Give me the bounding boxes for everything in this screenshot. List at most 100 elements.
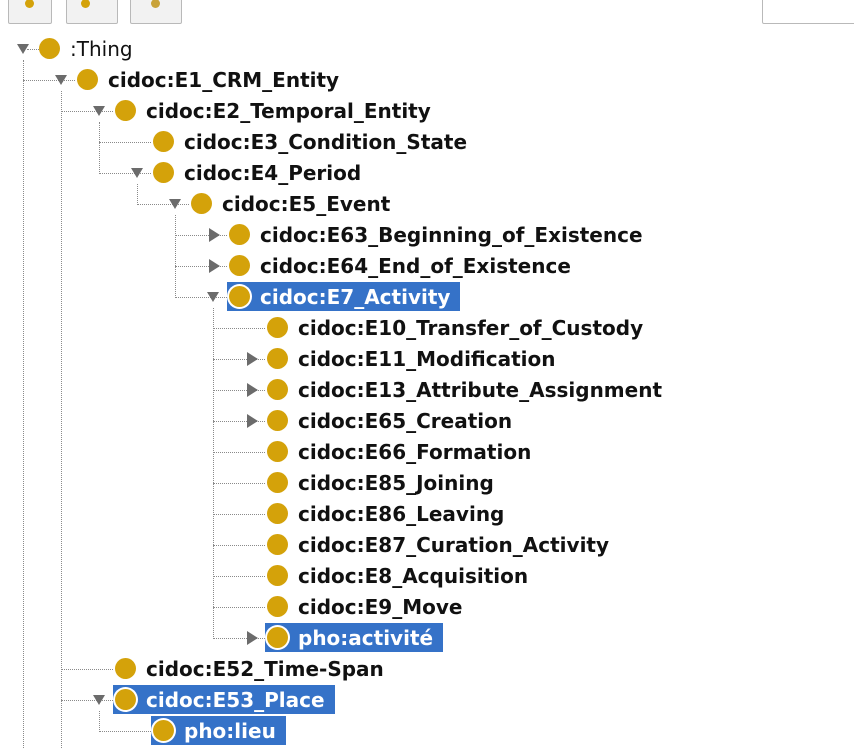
class-icon (267, 441, 288, 462)
class-sibling-icon (81, 0, 90, 8)
class-node[interactable]: pho:lieu (151, 716, 286, 745)
class-node[interactable]: cidoc:E13_Attribute_Assignment (265, 375, 672, 404)
class-icon (229, 224, 250, 245)
class-node[interactable]: cidoc:E2_Temporal_Entity (113, 96, 441, 125)
tree-connector (213, 452, 265, 453)
class-icon (267, 596, 288, 617)
class-icon (153, 162, 174, 183)
class-node[interactable]: cidoc:E11_Modification (265, 344, 566, 373)
tree-connector (213, 514, 265, 515)
tree-row: pho:activité (0, 623, 854, 654)
delete-class-button[interactable] (130, 0, 182, 24)
class-node[interactable]: cidoc:E52_Time-Span (113, 654, 394, 683)
tree-row: :Thing (0, 34, 854, 65)
class-icon (267, 565, 288, 586)
class-label: cidoc:E11_Modification (298, 347, 556, 371)
class-label: cidoc:E13_Attribute_Assignment (298, 378, 663, 402)
class-icon (267, 627, 288, 648)
collapse-toggle-icon[interactable] (93, 695, 105, 705)
class-label: cidoc:E87_Curation_Activity (298, 533, 610, 557)
class-icon (115, 100, 136, 121)
expand-toggle-icon[interactable] (209, 228, 220, 242)
class-node[interactable]: cidoc:E63_Beginning_of_Existence (227, 220, 653, 249)
tree-row: cidoc:E86_Leaving (0, 499, 854, 530)
class-label: cidoc:E4_Period (184, 161, 362, 185)
class-label: cidoc:E63_Beginning_of_Existence (260, 223, 643, 247)
class-node[interactable]: cidoc:E64_End_of_Existence (227, 251, 581, 280)
class-icon (267, 472, 288, 493)
class-label: cidoc:E66_Formation (298, 440, 532, 464)
class-node[interactable]: cidoc:E1_CRM_Entity (75, 65, 349, 94)
class-node[interactable]: cidoc:E4_Period (151, 158, 371, 187)
class-label: cidoc:E65_Creation (298, 409, 513, 433)
class-hierarchy-toolbar (0, 0, 854, 32)
class-icon (115, 658, 136, 679)
tree-connector (175, 297, 227, 298)
class-icon (267, 317, 288, 338)
expand-toggle-icon[interactable] (247, 631, 258, 645)
tree-connector (213, 545, 265, 546)
class-label: cidoc:E7_Activity (260, 285, 451, 309)
collapse-toggle-icon[interactable] (207, 292, 219, 302)
class-node[interactable]: cidoc:E53_Place (113, 685, 335, 714)
class-icon (267, 348, 288, 369)
class-label: cidoc:E10_Transfer_of_Custody (298, 316, 644, 340)
add-sibling-button[interactable] (66, 0, 118, 24)
toolbar-field[interactable] (762, 0, 854, 24)
class-icon (153, 720, 174, 741)
collapse-toggle-icon[interactable] (17, 44, 29, 54)
class-label: cidoc:E1_CRM_Entity (108, 68, 340, 92)
expand-toggle-icon[interactable] (247, 414, 258, 428)
class-node[interactable]: cidoc:E5_Event (189, 189, 400, 218)
expand-toggle-icon[interactable] (247, 383, 258, 397)
tree-row: pho:lieu (0, 716, 854, 747)
add-subclass-button[interactable] (8, 0, 52, 24)
class-node[interactable]: cidoc:E65_Creation (265, 406, 522, 435)
collapse-toggle-icon[interactable] (131, 168, 143, 178)
class-label: cidoc:E2_Temporal_Entity (146, 99, 431, 123)
tree-row: cidoc:E3_Condition_State (0, 127, 854, 158)
class-label: cidoc:E9_Move (298, 595, 463, 619)
class-node[interactable]: cidoc:E8_Acquisition (265, 561, 538, 590)
class-label: cidoc:E64_End_of_Existence (260, 254, 571, 278)
class-icon (77, 69, 98, 90)
class-node[interactable]: cidoc:E9_Move (265, 592, 472, 621)
tree-connector (99, 731, 151, 732)
class-icon (267, 379, 288, 400)
tree-row: cidoc:E8_Acquisition (0, 561, 854, 592)
class-node[interactable]: cidoc:E85_Joining (265, 468, 504, 497)
tree-row: cidoc:E11_Modification (0, 344, 854, 375)
class-node[interactable]: cidoc:E87_Curation_Activity (265, 530, 619, 559)
class-icon (229, 255, 250, 276)
class-delete-icon (151, 0, 160, 8)
class-add-icon (25, 0, 34, 8)
class-icon (39, 38, 60, 59)
class-node[interactable]: cidoc:E7_Activity (227, 282, 460, 311)
class-node[interactable]: cidoc:E66_Formation (265, 437, 541, 466)
class-icon (229, 286, 250, 307)
class-node[interactable]: :Thing (37, 34, 143, 63)
collapse-toggle-icon[interactable] (169, 199, 181, 209)
class-hierarchy-tree: :Thing cidoc:E1_CRM_Entity cidoc:E2_Tempor… (0, 34, 854, 748)
class-node[interactable]: cidoc:E86_Leaving (265, 499, 514, 528)
class-node[interactable]: cidoc:E3_Condition_State (151, 127, 477, 156)
class-icon (115, 689, 136, 710)
tree-row: cidoc:E2_Temporal_Entity (0, 96, 854, 127)
class-node[interactable]: pho:activité (265, 623, 443, 652)
class-node[interactable]: cidoc:E10_Transfer_of_Custody (265, 313, 653, 342)
tree-connector (61, 669, 113, 670)
tree-connector (213, 483, 265, 484)
class-label: cidoc:E8_Acquisition (298, 564, 529, 588)
class-label: cidoc:E52_Time-Span (146, 657, 384, 681)
tree-row: cidoc:E63_Beginning_of_Existence (0, 220, 854, 251)
expand-toggle-icon[interactable] (247, 352, 258, 366)
expand-toggle-icon[interactable] (209, 259, 220, 273)
class-label: pho:lieu (184, 719, 276, 743)
tree-connector (213, 576, 265, 577)
tree-connector (213, 328, 265, 329)
tree-connector (99, 173, 151, 174)
collapse-toggle-icon[interactable] (55, 75, 67, 85)
collapse-toggle-icon[interactable] (93, 106, 105, 116)
tree-row: cidoc:E85_Joining (0, 468, 854, 499)
tree-connector (61, 111, 113, 112)
